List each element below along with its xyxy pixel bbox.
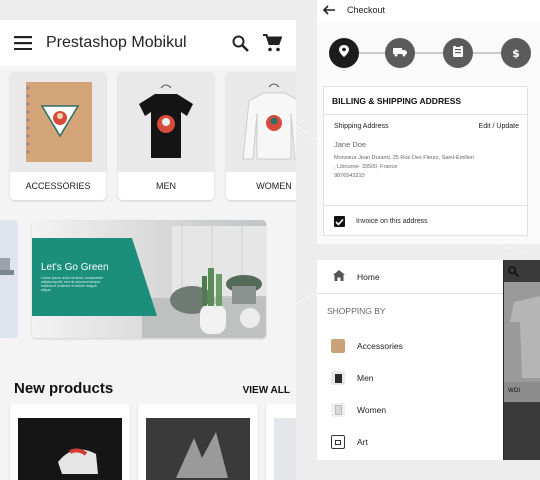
view-all-link[interactable]: VIEW ALL <box>243 385 290 396</box>
category-label: WOI <box>504 382 540 402</box>
drawer-item-label: Women <box>357 405 387 415</box>
truck-icon <box>393 44 407 62</box>
accessories-thumbnail <box>331 339 345 353</box>
steps-connector <box>343 52 515 54</box>
step-payment[interactable]: $ <box>501 38 531 68</box>
product-card[interactable] <box>138 404 258 480</box>
product-image <box>146 418 250 480</box>
checkout-screen: Checkout $ BILLING & SHIPPING ADDRESS Sh… <box>317 0 540 244</box>
banner-body: Lorem ipsum dolor sit amet, consectetur … <box>41 276 104 292</box>
checkout-toolbar: Checkout <box>317 0 540 22</box>
step-address[interactable] <box>329 38 359 68</box>
drawer-item-art[interactable]: Art <box>317 426 503 458</box>
category-label: WOMEN <box>256 181 292 191</box>
product-image <box>274 418 296 480</box>
category-card-accessories[interactable]: ACCESSORIES <box>10 72 106 200</box>
checkout-steps: $ <box>329 38 531 68</box>
address-line-2: , Libourne- 33500, France <box>334 164 398 170</box>
drawer-item-label: Art <box>357 437 368 447</box>
product-image <box>18 418 122 480</box>
location-pin-icon <box>338 44 350 63</box>
back-arrow-icon[interactable] <box>323 5 335 15</box>
invoice-option[interactable]: Invoice on this address <box>324 205 527 237</box>
clipboard-icon <box>453 44 463 62</box>
product-image <box>504 282 540 382</box>
address-card: BILLING & SHIPPING ADDRESS Shipping Addr… <box>323 86 528 236</box>
address-line-1: Monsieur Jean Durand, 25 Rue Des Fleurs,… <box>334 155 475 161</box>
drawer-item-women[interactable]: Women <box>317 394 503 426</box>
product-card[interactable] <box>10 404 130 480</box>
previous-banner[interactable] <box>0 220 18 338</box>
category-card-men[interactable]: MEN <box>118 72 214 200</box>
shipping-address-block: Shipping Address Edit / Update Jane Doe … <box>324 115 527 181</box>
notebook-image <box>10 72 106 172</box>
drawer-item-men[interactable]: Men <box>317 362 503 394</box>
edit-address-link[interactable]: Edit / Update <box>479 123 519 130</box>
category-label: MEN <box>156 181 176 191</box>
art-thumbnail <box>331 435 345 449</box>
customer-name: Jane Doe <box>334 140 367 149</box>
shipping-address-label: Shipping Address <box>334 123 389 130</box>
checkbox-checked-icon[interactable] <box>334 216 345 227</box>
app-title: Prestashop Mobikul <box>46 34 187 51</box>
new-products-list <box>10 404 296 480</box>
home-screen: Prestashop Mobikul ACCESSORIES MEN WOMEN… <box>0 20 296 480</box>
drawer-item-accessories[interactable]: Accessories <box>317 330 503 362</box>
drawer-home-label: Home <box>357 271 380 282</box>
drawer-section-header: SHOPPING BY <box>327 306 386 316</box>
dollar-icon: $ <box>512 46 520 60</box>
drawer-item-home[interactable]: Home <box>317 260 503 294</box>
drawer-menu: Home SHOPPING BY Accessories Men Women A… <box>317 260 503 460</box>
dimmed-background[interactable]: WOI <box>504 260 540 460</box>
search-icon[interactable] <box>232 35 249 52</box>
men-thumbnail <box>331 371 345 385</box>
drawer-item-label: Men <box>357 373 374 383</box>
invoice-label: Invoice on this address <box>356 218 428 225</box>
banner-heading: Let's Go Green <box>41 262 109 273</box>
checkout-title: Checkout <box>347 5 386 15</box>
step-review[interactable] <box>443 38 473 68</box>
category-label: ACCESSORIES <box>25 181 91 191</box>
white-longsleeve-image <box>226 72 296 172</box>
address-card-title: BILLING & SHIPPING ADDRESS <box>324 87 527 115</box>
phone-number: 9876543210 <box>334 173 365 179</box>
cart-icon[interactable] <box>263 34 282 52</box>
app-toolbar: Prestashop Mobikul <box>0 20 296 66</box>
home-icon <box>333 268 345 286</box>
product-card[interactable] <box>266 404 296 480</box>
search-icon <box>508 264 519 282</box>
menu-icon[interactable] <box>14 36 32 50</box>
section-title: New products <box>14 380 114 397</box>
women-thumbnail <box>331 403 345 417</box>
navigation-drawer-screen: WOI Home SHOPPING BY Accessories Men Wom… <box>317 260 540 460</box>
black-tshirt-image <box>118 72 214 172</box>
step-shipping[interactable] <box>385 38 415 68</box>
drawer-item-label: Accessories <box>357 341 403 351</box>
category-card-women[interactable]: WOMEN <box>226 72 296 200</box>
category-carousel: ACCESSORIES MEN WOMEN <box>10 72 296 200</box>
promo-banner[interactable]: Let's Go Green Lorem ipsum dolor sit ame… <box>32 220 266 338</box>
new-products-header: New products VIEW ALL <box>14 380 290 397</box>
